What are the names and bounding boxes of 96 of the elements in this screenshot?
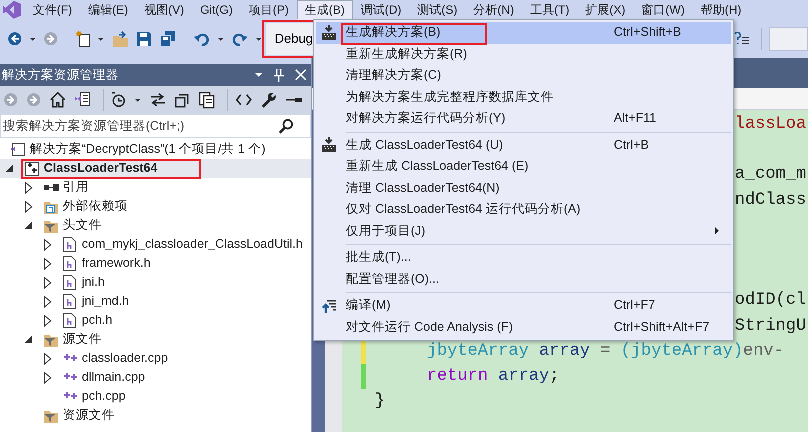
shortcut-text: Ctrl+Shift+Alt+F7 — [614, 318, 710, 336]
code-line: a_com_m — [735, 166, 806, 184]
save-all-icon[interactable] — [160, 31, 176, 47]
shortcut-text: Ctrl+B — [614, 136, 650, 154]
shortcut-text: Ctrl+Shift+B — [614, 24, 682, 42]
menu-item[interactable]: 编辑(E) — [80, 0, 136, 20]
tree-item[interactable]: classloader.cpp — [0, 349, 311, 368]
menu-item[interactable]: 重新生成解决方案(R) — [316, 44, 731, 65]
header-file-icon — [62, 312, 78, 328]
undo-icon[interactable] — [194, 31, 210, 47]
save-icon[interactable] — [136, 31, 152, 47]
submenu-arrow-icon — [715, 227, 719, 236]
shortcut-text: Ctrl+F7 — [614, 297, 656, 314]
menu-item[interactable]: 生成 ClassLoaderTest64 (U) Ctrl+B — [316, 134, 731, 156]
menu-item[interactable]: 帮助(H) — [693, 0, 750, 20]
menu-item[interactable]: Git(G) — [192, 0, 241, 20]
search-icon[interactable] — [279, 118, 294, 134]
code-line: odID(cl — [735, 292, 806, 310]
menu-item[interactable]: 分析(N) — [466, 0, 522, 20]
tree-item[interactable]: pch.h — [0, 311, 311, 330]
clock-icon[interactable] — [112, 92, 126, 108]
menu-item[interactable]: 对文件运行 Code Analysis (F) Ctrl+Shift+Alt+F7 — [316, 316, 731, 338]
caret-icon[interactable] — [30, 38, 36, 40]
new-project-icon[interactable] — [76, 31, 90, 47]
header-file-icon — [62, 256, 78, 272]
caret-icon[interactable] — [98, 38, 104, 40]
tree-item[interactable]: dllmain.cpp — [0, 368, 311, 387]
dash-icon[interactable] — [286, 96, 302, 104]
tree-item[interactable]: framework.h — [0, 254, 311, 273]
code-line: jbyteArray array = (jbyteArray)env- — [427, 342, 784, 360]
tree-item[interactable]: pch.cpp — [0, 387, 311, 406]
build-icon — [321, 24, 337, 41]
menu-item[interactable]: 调试(D) — [353, 0, 410, 20]
caret-icon[interactable] — [218, 38, 224, 40]
switch-views-icon[interactable] — [75, 92, 91, 108]
visual-studio-logo — [2, 0, 24, 20]
menu-item[interactable]: 重新生成 ClassLoaderTest64 (E) — [316, 156, 731, 178]
menu-item[interactable]: 编译(M) Ctrl+F7 — [316, 295, 731, 316]
header-file-icon — [62, 294, 78, 310]
redo-icon[interactable] — [232, 31, 248, 47]
menu-item[interactable]: 配置管理器(O)... — [316, 268, 731, 290]
tree-item[interactable]: com_mykj_classloader_ClassLoadUtil.h — [0, 235, 311, 254]
menu-item[interactable]: 批生成(T)... — [316, 247, 731, 268]
menu-item[interactable]: 对解决方案运行代码分析(Y) Alt+F11 — [316, 108, 731, 130]
caret-icon[interactable] — [135, 98, 141, 102]
tree-item[interactable]: 头文件 — [0, 216, 311, 235]
tree-item[interactable]: 解决方案“DecryptClass”(1 个项目/共 1 个) — [0, 140, 311, 159]
menu-item[interactable]: 视图(V) — [136, 0, 192, 20]
tree-item[interactable]: ClassLoaderTest64 — [0, 159, 311, 178]
build-icon — [321, 137, 337, 154]
menu-item[interactable]: 为解决方案生成完整程序数据库文件 — [316, 86, 731, 108]
wrench-icon[interactable] — [261, 92, 277, 108]
menu-item[interactable]: 仅对 ClassLoaderTest64 运行代码分析(A) — [316, 199, 731, 220]
toolbar-field[interactable] — [769, 27, 808, 51]
close-icon[interactable] — [295, 69, 307, 81]
shortcut-text: Alt+F11 — [614, 110, 656, 128]
solution-icon — [10, 142, 26, 158]
menu-item[interactable]: 生成(B) — [297, 0, 353, 20]
caret-icon[interactable] — [256, 38, 262, 40]
tree-item[interactable]: jni.h — [0, 273, 311, 292]
tree-item[interactable]: jni_md.h — [0, 292, 311, 311]
help-list-icon[interactable] — [734, 32, 750, 46]
compile-icon — [321, 298, 337, 314]
code-line: } — [375, 393, 386, 410]
tree-item[interactable]: 引用 — [0, 178, 311, 197]
code-line: StringU — [735, 318, 806, 335]
sync-icon[interactable] — [150, 92, 166, 108]
open-folder-icon[interactable] — [112, 31, 128, 47]
menu-item[interactable]: 仅用于项目(J) — [316, 220, 731, 242]
menu-item[interactable]: 扩展(X) — [578, 0, 634, 20]
header-file-icon — [62, 236, 78, 252]
menu-item[interactable]: 清理 ClassLoaderTest64(N) — [316, 178, 731, 199]
copy-icon[interactable] — [199, 92, 215, 108]
menu-item[interactable]: 窗口(W) — [634, 0, 693, 20]
menu-item[interactable]: 项目(P) — [241, 0, 297, 20]
collapse-all-icon[interactable] — [175, 92, 190, 108]
menu-item[interactable]: 测试(S) — [410, 0, 466, 20]
code-line: ndClass — [735, 192, 806, 209]
header-file-icon — [62, 274, 78, 290]
home-icon[interactable] — [50, 92, 66, 108]
code-icon[interactable] — [236, 93, 252, 107]
tree-item[interactable]: 外部依赖项 — [0, 197, 311, 216]
menu-item[interactable]: 文件(F) — [25, 0, 80, 20]
tree-item[interactable]: 源文件 — [0, 330, 311, 349]
tree-item[interactable]: 资源文件 — [0, 406, 311, 425]
project-icon — [24, 160, 40, 176]
pin-icon[interactable] — [273, 68, 285, 82]
configuration-dropdown[interactable]: Debug — [266, 23, 316, 55]
panel-title: 解决方案资源管理器 — [2, 66, 120, 84]
code-line: return array; — [427, 368, 560, 385]
dropdown-icon[interactable] — [255, 73, 263, 77]
menu-item[interactable]: 工具(T) — [522, 0, 578, 20]
menu-item[interactable]: 清理解决方案(C) — [316, 65, 731, 86]
code-line: lassLoa — [735, 116, 806, 134]
search-field[interactable]: 搜索解决方案资源管理器(Ctrl+;) — [0, 114, 311, 138]
menu-item[interactable]: 生成解决方案(B) Ctrl+Shift+B — [316, 22, 731, 44]
